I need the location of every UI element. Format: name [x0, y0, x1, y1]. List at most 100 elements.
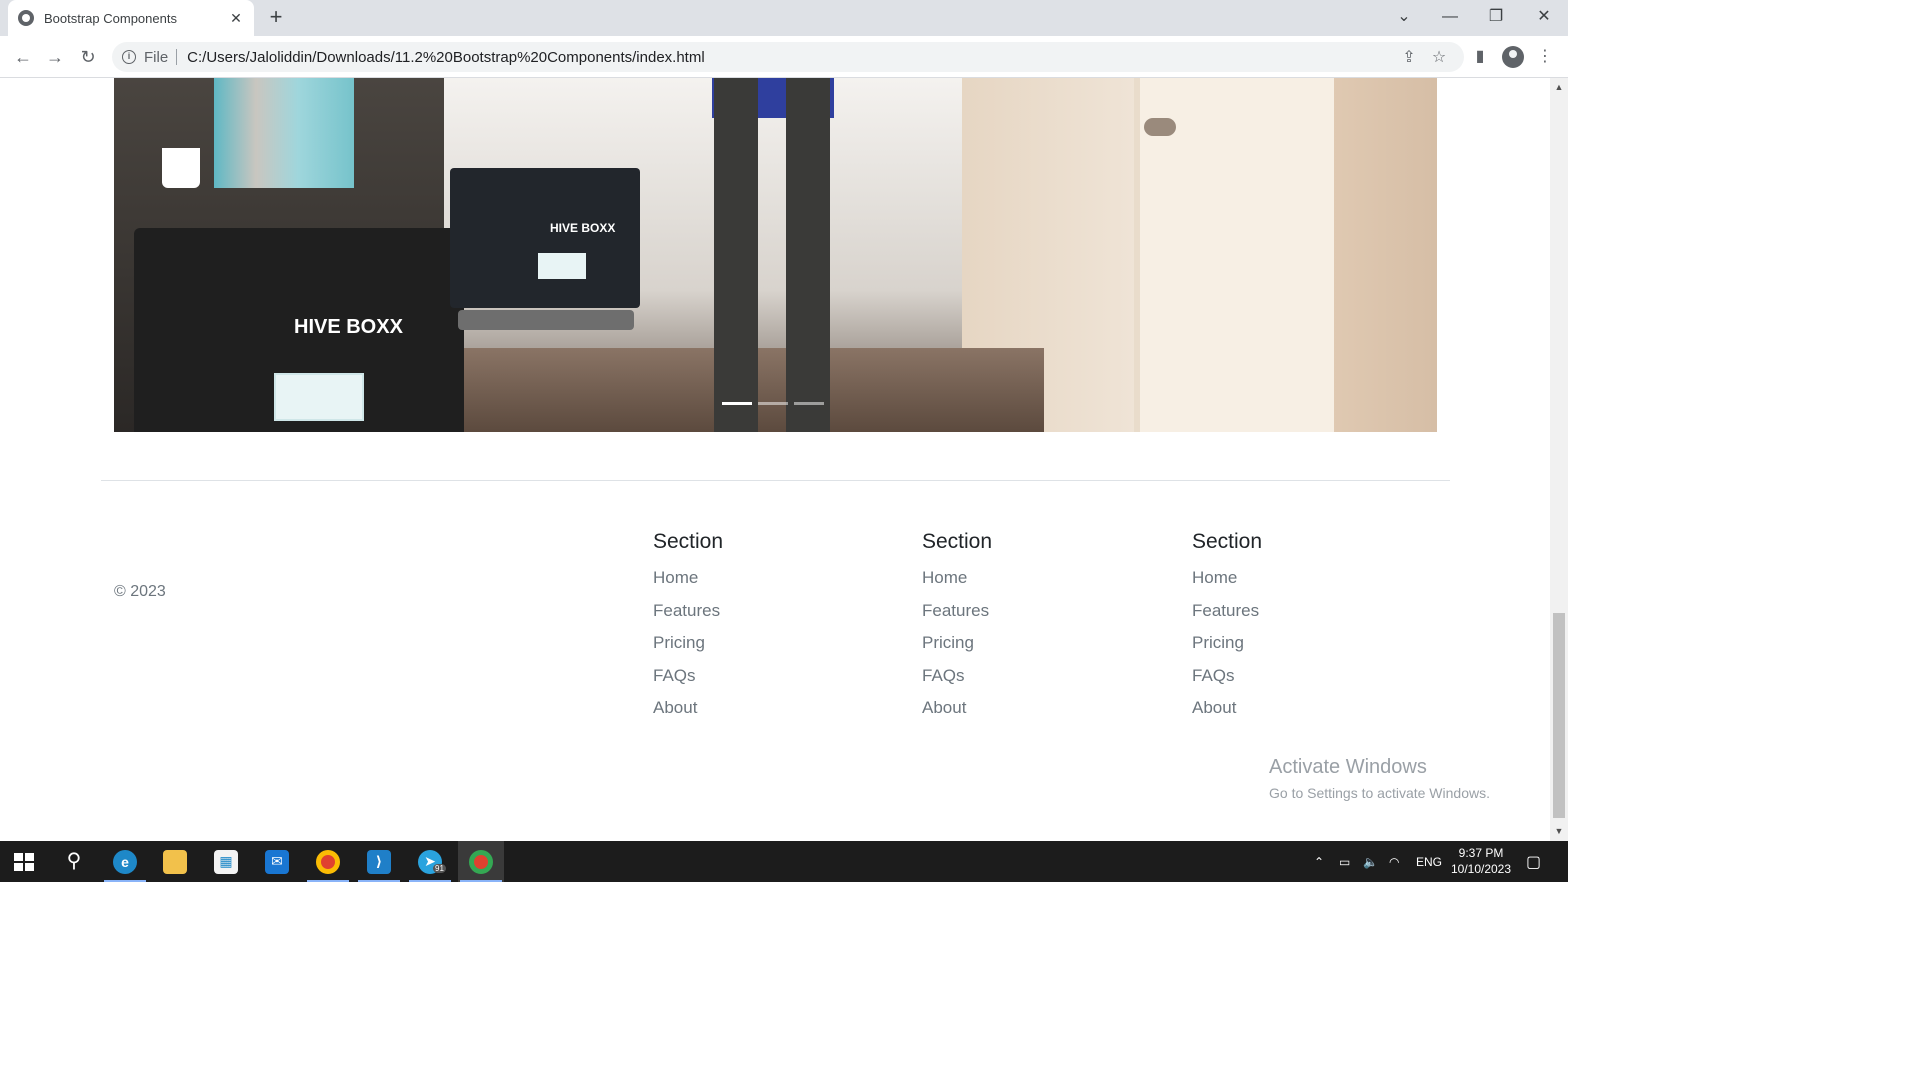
store-icon: ▦ [214, 849, 238, 874]
carousel-indicator-1[interactable] [722, 402, 752, 405]
system-clock[interactable]: 9:37 PM 10/10/2023 [1448, 845, 1514, 877]
vscode-icon: ⟩ [367, 849, 391, 874]
carousel-image-dolly [458, 310, 634, 330]
footer-link-about[interactable]: About [1192, 696, 1432, 729]
watermark-title: Activate Windows [1269, 756, 1427, 778]
page-scrollbar[interactable]: ▲ ▼ [1550, 78, 1568, 841]
carousel-indicator-3[interactable] [794, 402, 824, 405]
new-tab-button[interactable]: + [264, 6, 288, 30]
taskbar-file-explorer-app[interactable] [152, 841, 198, 882]
carousel-image-cup [162, 148, 200, 188]
bookmark-star-icon[interactable]: ☆ [1424, 47, 1454, 67]
minimize-button[interactable]: — [1430, 4, 1470, 32]
running-indicator [307, 880, 349, 882]
activate-windows-watermark: Activate Windows Go to Settings to activ… [1269, 756, 1490, 801]
carousel-indicators [722, 402, 824, 405]
clock-date: 10/10/2023 [1450, 862, 1512, 876]
carousel[interactable]: HIVE BOXX HIVE BOXX [114, 78, 1437, 432]
taskbar-mail-app[interactable]: ✉ [254, 841, 300, 882]
footer-link-home[interactable]: Home [922, 566, 1162, 599]
search-icon[interactable]: ⚲ [62, 849, 86, 873]
crate-label [274, 373, 364, 421]
running-indicator [409, 880, 451, 882]
page-viewport: HIVE BOXX HIVE BOXX © 2023 Section Home … [0, 78, 1550, 841]
back-arrow-icon[interactable]: ← [10, 44, 36, 70]
folder-icon [163, 849, 187, 874]
address-bar[interactable]: i File C:/Users/Jaloliddin/Downloads/11.… [112, 42, 1464, 72]
volume-icon[interactable]: 🔈 [1363, 841, 1378, 882]
footer-link-faqs[interactable]: FAQs [653, 664, 893, 697]
reload-icon[interactable]: ↻ [75, 44, 101, 70]
footer-column-heading: Section [922, 530, 993, 553]
taskbar-store-app[interactable]: ▦ [203, 841, 249, 882]
scroll-down-arrow-icon[interactable]: ▼ [1554, 826, 1564, 836]
profile-avatar-icon[interactable] [1502, 46, 1524, 68]
info-icon[interactable]: i [122, 50, 136, 64]
footer-link-home[interactable]: Home [1192, 566, 1432, 599]
footer-link-features[interactable]: Features [1192, 599, 1432, 632]
footer-link-pricing[interactable]: Pricing [922, 631, 1162, 664]
taskbar-chrome-active-app[interactable] [458, 841, 504, 882]
taskbar-telegram-app[interactable]: ➤ 91 [407, 841, 453, 882]
url-text[interactable]: C:/Users/Jaloliddin/Downloads/11.2%20Boo… [187, 49, 1394, 66]
network-icon[interactable]: ◠ [1389, 841, 1399, 882]
carousel-image-crate-small: HIVE BOXX [450, 168, 640, 308]
close-window-button[interactable]: ✕ [1524, 4, 1564, 32]
carousel-image-crate: HIVE BOXX [134, 228, 464, 432]
taskbar-vscode-app[interactable]: ⟩ [356, 841, 402, 882]
crate-label-small [538, 253, 586, 279]
globe-icon [18, 10, 34, 26]
side-panel-icon[interactable]: ▮ [1467, 44, 1493, 70]
running-indicator [104, 880, 146, 882]
browser-toolbar: ← → ↻ i File C:/Users/Jaloliddin/Downloa… [0, 36, 1568, 78]
chrome-icon [469, 849, 493, 874]
forward-arrow-icon[interactable]: → [42, 44, 68, 70]
chrome-icon [316, 849, 340, 874]
language-indicator[interactable]: ENG [1416, 841, 1442, 882]
footer-link-faqs[interactable]: FAQs [922, 664, 1162, 697]
tray-chevron-icon[interactable]: ⌃ [1314, 841, 1324, 882]
running-indicator [460, 880, 502, 882]
footer-column-heading: Section [653, 530, 724, 553]
url-scheme-label: File [144, 48, 169, 66]
browser-tab-strip: Bootstrap Components ✕ + ⌄ — ❐ ✕ [0, 0, 1568, 36]
notification-icon[interactable]: ▢ [1526, 841, 1541, 882]
footer-link-about[interactable]: About [653, 696, 893, 729]
share-icon[interactable]: ⇪ [1394, 47, 1424, 67]
footer-link-pricing[interactable]: Pricing [653, 631, 893, 664]
footer-link-home[interactable]: Home [653, 566, 893, 599]
tab-search-chevron-icon[interactable]: ⌄ [1384, 4, 1424, 32]
scroll-up-arrow-icon[interactable]: ▲ [1554, 82, 1564, 92]
watermark-subtitle: Go to Settings to activate Windows. [1269, 785, 1490, 801]
carousel-image-leg [714, 78, 758, 432]
clock-time: 9:37 PM [1458, 846, 1504, 860]
footer-link-pricing[interactable]: Pricing [1192, 631, 1432, 664]
footer-column-1: Section Home Features Pricing FAQs About [653, 530, 893, 729]
copyright-text: © 2023 [114, 583, 166, 600]
taskbar-chrome-app[interactable] [305, 841, 351, 882]
footer-link-features[interactable]: Features [922, 599, 1162, 632]
taskbar-edge-app[interactable]: e [102, 841, 148, 882]
footer-link-about[interactable]: About [922, 696, 1162, 729]
scrollbar-thumb[interactable] [1553, 613, 1565, 818]
omnibox-separator [176, 49, 178, 65]
battery-icon[interactable]: ▭ [1339, 841, 1350, 882]
footer-column-3: Section Home Features Pricing FAQs About [1192, 530, 1432, 729]
tab-close-icon[interactable]: ✕ [228, 10, 244, 27]
carousel-image-door-handle [1144, 118, 1176, 136]
windows-taskbar: ⚲ e ▦ ✉ ⟩ ➤ 91 ⌃ ▭ 🔈 ◠ ENG 9:37 PM 10/10… [0, 841, 1568, 882]
footer-link-faqs[interactable]: FAQs [1192, 664, 1432, 697]
mail-icon: ✉ [265, 849, 289, 874]
crate-brand-text-small: HIVE BOXX [550, 221, 616, 235]
windows-start-icon[interactable] [14, 853, 34, 871]
footer-divider [101, 480, 1450, 481]
carousel-indicator-2[interactable] [758, 402, 788, 405]
crate-brand-text: HIVE BOXX [294, 316, 403, 338]
telegram-badge: 91 [433, 864, 446, 873]
tab-title: Bootstrap Components [44, 10, 177, 26]
running-indicator [358, 880, 400, 882]
restore-button[interactable]: ❐ [1476, 4, 1516, 32]
browser-tab-active[interactable]: Bootstrap Components ✕ [8, 0, 254, 36]
footer-link-features[interactable]: Features [653, 599, 893, 632]
kebab-menu-icon[interactable]: ⋮ [1532, 44, 1558, 70]
